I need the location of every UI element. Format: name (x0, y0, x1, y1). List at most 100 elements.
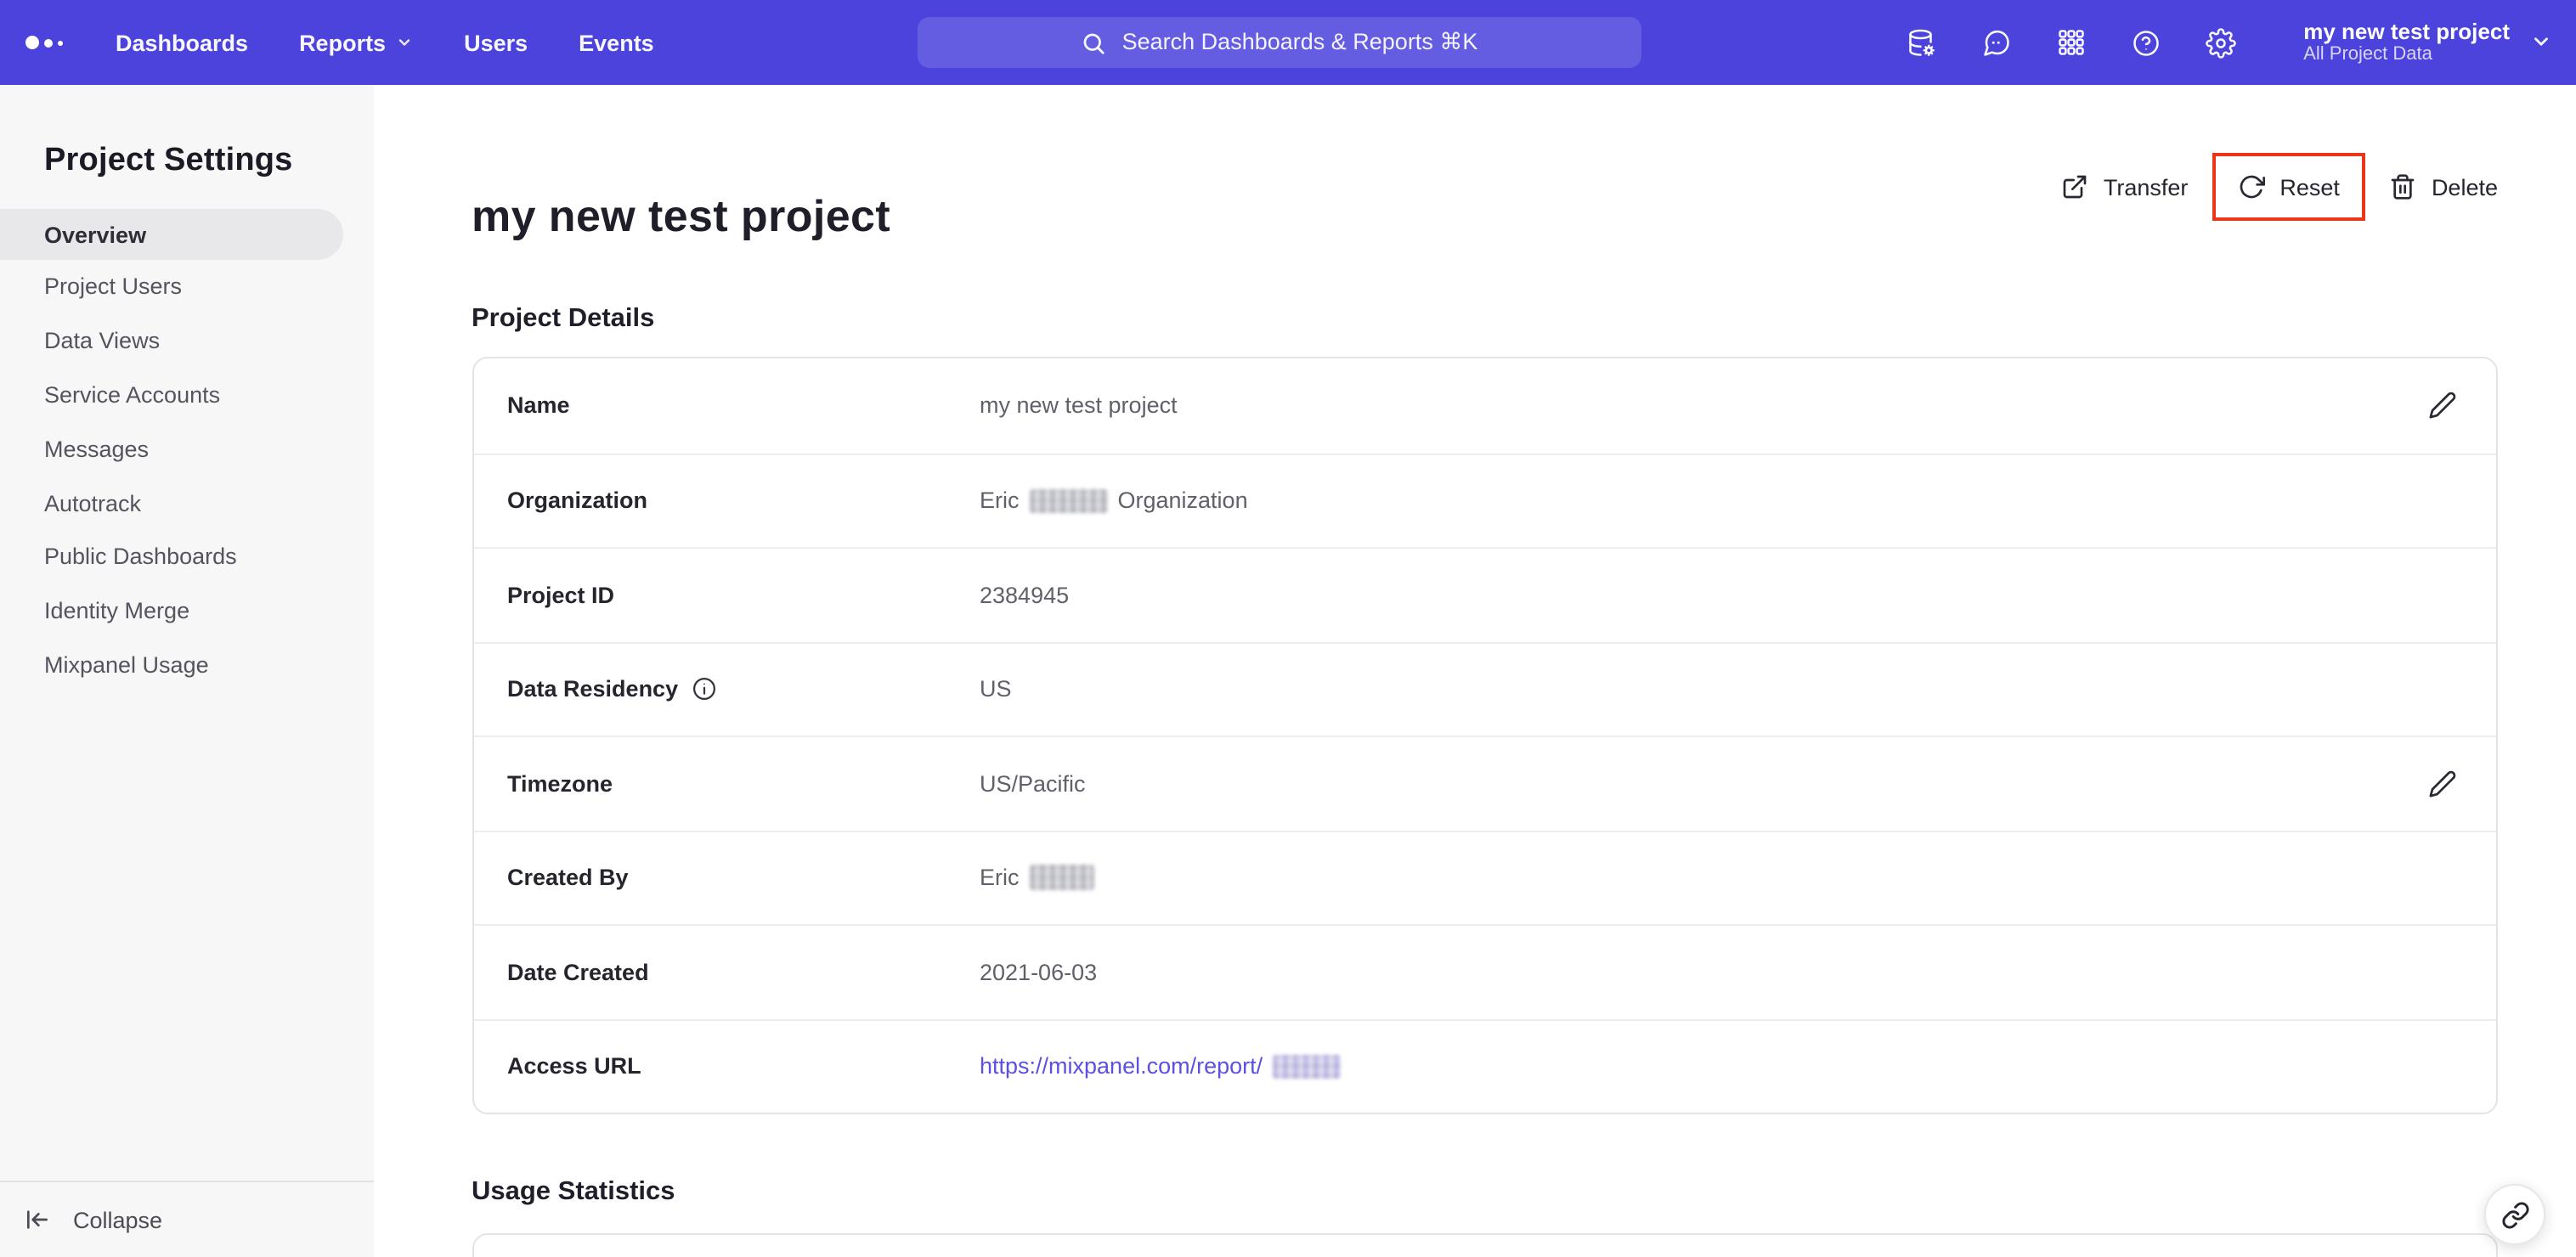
search-placeholder: Search Dashboards & Reports ⌘K (1121, 29, 1478, 54)
project-details-card: Name my new test project Organization Er… (472, 357, 2498, 1114)
trash-icon (2389, 173, 2416, 200)
database-gear-icon (1908, 28, 1935, 55)
row-value-suffix: Organization (1117, 488, 1248, 514)
sidebar-footer: Collapse (0, 1181, 374, 1257)
pencil-icon (2428, 770, 2455, 798)
apps-grid-icon (2058, 30, 2084, 55)
nav-item-dashboards[interactable]: Dashboards (116, 30, 248, 55)
gear-icon (2205, 27, 2236, 58)
detail-row-project-id: Project ID 2384945 (473, 547, 2496, 641)
row-value: US (980, 676, 1012, 702)
apps-button[interactable] (2055, 27, 2086, 58)
help-icon (2133, 30, 2159, 55)
sidebar-item-messages[interactable]: Messages (0, 422, 374, 476)
primary-nav: Dashboards Reports Users Events (116, 30, 654, 55)
settings-button[interactable] (2205, 27, 2236, 58)
link-icon (2501, 1201, 2528, 1228)
nav-item-label: Reports (299, 30, 387, 55)
project-actions: Transfer Reset Delete (2061, 153, 2498, 221)
row-value: US/Pacific (980, 770, 1086, 797)
row-label: Date Created (507, 959, 649, 985)
current-project-name: my new test project (2303, 18, 2510, 44)
section-heading-usage-statistics: Usage Statistics (472, 1177, 675, 1206)
section-heading-project-details: Project Details (472, 304, 655, 333)
page-title: my new test project (472, 190, 891, 241)
collapse-icon (24, 1206, 51, 1233)
sidebar-item-identity-merge[interactable]: Identity Merge (0, 584, 374, 639)
chat-icon (1983, 29, 2009, 55)
collapse-label: Collapse (73, 1207, 163, 1232)
help-button[interactable] (2130, 27, 2161, 58)
info-icon[interactable] (692, 677, 717, 702)
detail-row-organization: Organization Eric Organization (473, 453, 2496, 547)
copy-link-button[interactable] (2484, 1184, 2545, 1245)
row-label-text: Data Residency (507, 676, 679, 702)
sidebar-nav: Overview Project Users Data Views Servic… (0, 209, 374, 692)
row-label: Organization (507, 488, 648, 514)
app-window: Dashboards Reports Users Events Search D… (0, 0, 2576, 1257)
detail-row-date-created: Date Created 2021-06-03 (473, 924, 2496, 1018)
sidebar-item-public-dashboards[interactable]: Public Dashboards (0, 530, 374, 584)
detail-row-name: Name my new test project (473, 358, 2496, 453)
sidebar-item-project-users[interactable]: Project Users (0, 260, 374, 314)
edit-name-button[interactable] (2421, 386, 2462, 426)
detail-row-created-by: Created By Eric (473, 830, 2496, 924)
row-value: Eric (980, 865, 1098, 891)
nav-item-events[interactable]: Events (579, 30, 654, 55)
project-switcher[interactable]: my new test project All Project Data (2303, 19, 2552, 67)
data-management-button[interactable] (1906, 27, 1936, 58)
collapse-button[interactable]: Collapse (24, 1206, 162, 1233)
logo-dot (58, 40, 63, 45)
sidebar-item-mixpanel-usage[interactable]: Mixpanel Usage (0, 638, 374, 692)
row-value: 2384945 (980, 582, 1070, 608)
feedback-button[interactable] (1980, 27, 2011, 58)
sidebar-item-data-views[interactable]: Data Views (0, 314, 374, 369)
detail-row-access-url: Access URL https://mixpanel.com/report/ (473, 1018, 2496, 1113)
nav-right: my new test project All Project Data (1906, 0, 2552, 85)
search-input[interactable]: Search Dashboards & Reports ⌘K (918, 17, 1641, 68)
edit-timezone-button[interactable] (2421, 764, 2462, 804)
top-nav: Dashboards Reports Users Events Search D… (0, 0, 2576, 85)
access-url-link[interactable]: https://mixpanel.com/report/ (980, 1054, 1263, 1079)
detail-row-data-residency: Data Residency US (473, 641, 2496, 736)
logo-dot (44, 38, 53, 47)
row-label: Created By (507, 865, 629, 891)
row-label: Project ID (507, 582, 615, 608)
transfer-icon (2061, 173, 2088, 200)
nav-item-reports[interactable]: Reports (299, 30, 413, 55)
usage-statistics-card (472, 1233, 2498, 1257)
settings-sidebar: Project Settings Overview Project Users … (0, 85, 374, 1257)
title-row: my new test project Transfer Reset Delet… (472, 153, 2498, 243)
reset-icon (2237, 173, 2265, 200)
sidebar-item-service-accounts[interactable]: Service Accounts (0, 368, 374, 422)
project-switcher-text: my new test project All Project Data (2303, 19, 2510, 67)
row-label: Name (507, 392, 570, 419)
row-label: Timezone (507, 770, 613, 797)
delete-label: Delete (2431, 174, 2498, 200)
sidebar-item-overview[interactable]: Overview (0, 209, 343, 260)
reset-label: Reset (2279, 174, 2340, 200)
row-value: my new test project (980, 392, 1178, 419)
pencil-icon (2428, 392, 2455, 420)
annotation-highlight-box: Reset (2212, 153, 2365, 221)
nav-left: Dashboards Reports Users Events (0, 30, 654, 55)
reset-button[interactable]: Reset (2237, 173, 2340, 200)
sidebar-item-autotrack[interactable]: Autotrack (0, 476, 374, 530)
row-label: Data Residency (507, 677, 980, 702)
main-content: my new test project Transfer Reset Delet… (374, 85, 2576, 1257)
delete-button[interactable]: Delete (2389, 173, 2498, 200)
chevron-down-icon (396, 34, 413, 51)
chevron-down-icon (2530, 31, 2552, 54)
search-icon (1082, 30, 1107, 55)
transfer-button[interactable]: Transfer (2061, 173, 2189, 200)
mixpanel-logo[interactable] (25, 36, 83, 49)
current-project-scope: All Project Data (2303, 44, 2432, 65)
row-value: https://mixpanel.com/report/ (980, 1054, 1344, 1079)
redacted-text (1029, 488, 1108, 513)
sidebar-title: Project Settings (44, 143, 293, 178)
transfer-label: Transfer (2103, 174, 2189, 200)
detail-row-timezone: Timezone US/Pacific (473, 736, 2496, 830)
redacted-text (1029, 865, 1094, 891)
nav-item-users[interactable]: Users (464, 30, 528, 55)
logo-dot (25, 36, 39, 49)
